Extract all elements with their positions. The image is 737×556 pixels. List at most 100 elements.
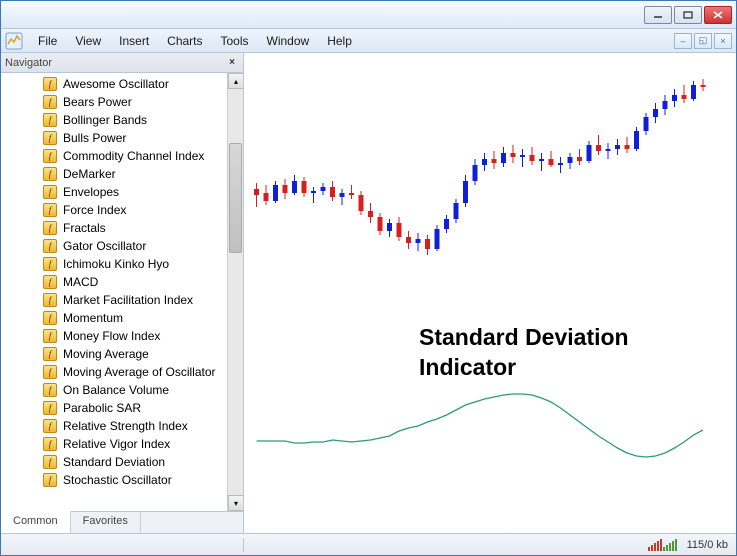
- function-icon: f: [43, 221, 57, 235]
- indicator-item[interactable]: f Relative Vigor Index: [7, 435, 227, 453]
- function-icon: f: [43, 311, 57, 325]
- indicator-item[interactable]: f Momentum: [7, 309, 227, 327]
- navigator-tabs: Common Favorites: [1, 511, 243, 533]
- function-icon: f: [43, 329, 57, 343]
- indicator-item[interactable]: f Envelopes: [7, 183, 227, 201]
- navigator-scrollbar[interactable]: ▴ ▾: [227, 73, 243, 511]
- function-icon: f: [43, 239, 57, 253]
- indicator-label: Bulls Power: [63, 131, 126, 145]
- menu-charts[interactable]: Charts: [158, 31, 211, 51]
- menu-file[interactable]: File: [29, 31, 66, 51]
- chart-canvas: [244, 53, 736, 513]
- indicator-label: Gator Oscillator: [63, 239, 146, 253]
- chart-area[interactable]: Standard Deviation Indicator: [244, 53, 736, 533]
- mdi-minimize-button[interactable]: –: [674, 33, 692, 49]
- function-icon: f: [43, 167, 57, 181]
- tab-common[interactable]: Common: [1, 511, 71, 533]
- function-icon: f: [43, 455, 57, 469]
- indicator-label: Force Index: [63, 203, 126, 217]
- indicator-label: Stochastic Oscillator: [63, 473, 172, 487]
- menu-help[interactable]: Help: [318, 31, 361, 51]
- function-icon: f: [43, 185, 57, 199]
- indicator-item[interactable]: fMoving Average of Oscillator: [7, 363, 227, 381]
- function-icon: f: [43, 347, 57, 361]
- scroll-down-button[interactable]: ▾: [228, 495, 243, 511]
- function-icon: f: [43, 419, 57, 433]
- navigator-title: Navigator: [5, 57, 52, 69]
- function-icon: f: [43, 275, 57, 289]
- indicator-label: Ichimoku Kinko Hyo: [63, 257, 169, 271]
- indicator-label: Envelopes: [63, 185, 119, 199]
- navigator-tree[interactable]: f Awesome Oscillator f Bears Power f Bollinge…: [1, 73, 227, 511]
- function-icon: f: [43, 149, 57, 163]
- indicator-item[interactable]: f Parabolic SAR: [7, 399, 227, 417]
- indicator-label: Money Flow Index: [63, 329, 160, 343]
- indicator-item[interactable]: f Fractals: [7, 219, 227, 237]
- indicator-item[interactable]: f On Balance Volume: [7, 381, 227, 399]
- function-icon: f: [43, 77, 57, 91]
- status-transfer: 115/0 kb: [687, 539, 728, 551]
- indicator-item[interactable]: f Force Index: [7, 201, 227, 219]
- scroll-thumb[interactable]: [229, 143, 242, 253]
- indicator-label: Parabolic SAR: [63, 401, 141, 415]
- indicator-item[interactable]: fRelative Strength Index: [7, 417, 227, 435]
- indicator-item[interactable]: f Bears Power: [7, 93, 227, 111]
- indicator-label: Relative Vigor Index: [63, 437, 170, 451]
- indicator-label: Moving Average of Oscillator: [63, 365, 216, 379]
- indicator-label: Bears Power: [63, 95, 132, 109]
- window-titlebar: [1, 1, 736, 29]
- indicator-item[interactable]: f Ichimoku Kinko Hyo: [7, 255, 227, 273]
- indicator-item[interactable]: f Gator Oscillator: [7, 237, 227, 255]
- indicator-item[interactable]: f Money Flow Index: [7, 327, 227, 345]
- function-icon: f: [43, 401, 57, 415]
- window-maximize-button[interactable]: [674, 6, 702, 24]
- tab-favorites[interactable]: Favorites: [71, 512, 141, 533]
- chart-overlay-label: Standard Deviation Indicator: [419, 323, 629, 383]
- indicator-label: MACD: [63, 275, 98, 289]
- scroll-up-button[interactable]: ▴: [228, 73, 243, 89]
- indicator-item[interactable]: fMoving Average: [7, 345, 227, 363]
- indicator-label: Commodity Channel Index: [63, 149, 204, 163]
- indicator-label: Fractals: [63, 221, 106, 235]
- menu-window[interactable]: Window: [258, 31, 319, 51]
- function-icon: f: [43, 473, 57, 487]
- function-icon: f: [43, 113, 57, 127]
- function-icon: f: [43, 131, 57, 145]
- indicator-item[interactable]: f Awesome Oscillator: [7, 75, 227, 93]
- status-separator: [243, 538, 244, 552]
- indicator-item[interactable]: f Commodity Channel Index: [7, 147, 227, 165]
- workspace: Navigator × f Awesome Oscillator f Bears Po…: [1, 53, 736, 533]
- indicator-item[interactable]: f MACD: [7, 273, 227, 291]
- indicator-item[interactable]: f DeMarker: [7, 165, 227, 183]
- overlay-text-line1: Standard Deviation: [419, 323, 629, 353]
- mdi-restore-button[interactable]: ◱: [694, 33, 712, 49]
- function-icon: f: [43, 437, 57, 451]
- function-icon: f: [43, 203, 57, 217]
- mdi-close-button[interactable]: ×: [714, 33, 732, 49]
- indicator-item[interactable]: f Bulls Power: [7, 129, 227, 147]
- window-minimize-button[interactable]: [644, 6, 672, 24]
- overlay-text-line2: Indicator: [419, 353, 629, 383]
- menu-view[interactable]: View: [66, 31, 110, 51]
- indicator-item[interactable]: f Bollinger Bands: [7, 111, 227, 129]
- menu-tools[interactable]: Tools: [212, 31, 258, 51]
- indicator-label: Standard Deviation: [63, 455, 165, 469]
- indicator-label: Awesome Oscillator: [63, 77, 169, 91]
- connection-bars-icon: [648, 539, 677, 551]
- indicator-label: DeMarker: [63, 167, 116, 181]
- navigator-close-button[interactable]: ×: [225, 56, 239, 70]
- mdi-controls: – ◱ ×: [672, 33, 732, 49]
- function-icon: f: [43, 257, 57, 271]
- navigator-panel: Navigator × f Awesome Oscillator f Bears Po…: [1, 53, 244, 533]
- navigator-header: Navigator ×: [1, 53, 243, 73]
- window-close-button[interactable]: [704, 6, 732, 24]
- function-icon: f: [43, 383, 57, 397]
- indicator-label: Momentum: [63, 311, 123, 325]
- indicator-label: Bollinger Bands: [63, 113, 147, 127]
- indicator-label: On Balance Volume: [63, 383, 169, 397]
- menu-insert[interactable]: Insert: [110, 31, 158, 51]
- indicator-item[interactable]: f Standard Deviation: [7, 453, 227, 471]
- indicator-item[interactable]: f Stochastic Oscillator: [7, 471, 227, 489]
- indicator-item[interactable]: fMarket Facilitation Index: [7, 291, 227, 309]
- function-icon: f: [43, 95, 57, 109]
